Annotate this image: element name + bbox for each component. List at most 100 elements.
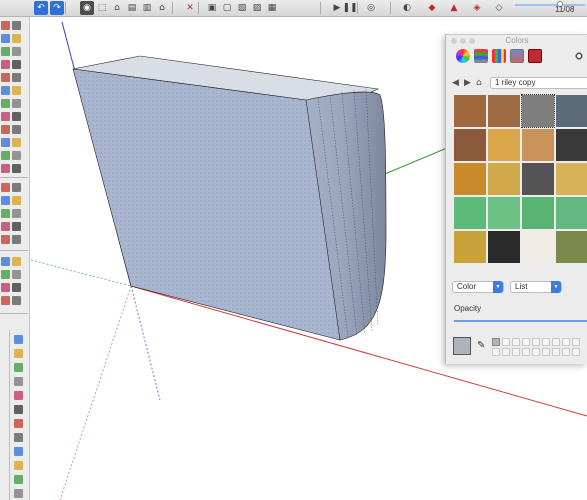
tool-icon[interactable] [12, 151, 21, 160]
material-swatch[interactable] [488, 129, 520, 161]
color-well[interactable] [572, 338, 580, 346]
color-well[interactable] [552, 338, 560, 346]
top-view-icon[interactable]: ⌂ [110, 1, 124, 15]
tool-icon[interactable] [12, 296, 21, 305]
shadows-icon[interactable]: ◐ [400, 1, 414, 15]
material-swatch[interactable] [556, 129, 587, 161]
tool-icon[interactable] [12, 235, 21, 244]
image-palettes-icon[interactable] [510, 49, 524, 63]
extension-sketchup-icon[interactable]: ◈ [470, 1, 484, 15]
tool-icon[interactable] [12, 164, 21, 173]
tool-icon[interactable] [1, 183, 10, 192]
material-swatch[interactable] [522, 231, 554, 263]
tool-icon[interactable] [14, 349, 23, 358]
tool-icon[interactable] [12, 209, 21, 218]
color-well[interactable] [492, 348, 500, 356]
tool-icon[interactable] [14, 475, 23, 484]
color-well[interactable] [522, 348, 530, 356]
extension-layers-icon[interactable]: ◇ [492, 1, 506, 15]
tool-icon[interactable] [14, 405, 23, 414]
tool-icon[interactable] [12, 73, 21, 82]
material-swatch[interactable] [454, 95, 486, 127]
material-swatch[interactable] [488, 231, 520, 263]
box-front-face[interactable] [72, 68, 341, 341]
color-well[interactable] [542, 338, 550, 346]
tool-icon[interactable] [14, 461, 23, 470]
color-well[interactable] [532, 348, 540, 356]
hidden-line-icon[interactable]: ▢ [220, 1, 234, 15]
material-swatch[interactable] [454, 129, 486, 161]
color-well[interactable] [562, 348, 570, 356]
forward-arrow-icon[interactable]: ▶ [464, 78, 471, 88]
color-well[interactable] [552, 348, 560, 356]
tool-icon[interactable] [1, 235, 10, 244]
current-color-swatch[interactable] [453, 337, 471, 355]
tool-icon[interactable] [1, 99, 10, 108]
pause-icon[interactable]: ❚❚ [342, 1, 357, 15]
tool-icon[interactable] [1, 34, 10, 43]
tool-icon[interactable] [1, 47, 10, 56]
colors-panel[interactable]: Colors ◀ ▶ ⌂ 1 riley copy Color ▾ List ▾… [445, 34, 587, 364]
undo-icon[interactable]: ↶ [34, 1, 48, 15]
scene-slider[interactable] [515, 4, 585, 6]
tool-icon[interactable] [1, 73, 10, 82]
model-viewport[interactable]: Colors ◀ ▶ ⌂ 1 riley copy Color ▾ List ▾… [31, 17, 587, 500]
redo-icon[interactable]: ↷ [50, 1, 64, 15]
tool-icon[interactable] [12, 99, 21, 108]
tool-icon[interactable] [1, 283, 10, 292]
color-mode-select[interactable]: Color ▾ [452, 281, 504, 293]
extension-ruby-icon[interactable]: ◆ [425, 1, 439, 15]
shaded-texture-icon[interactable]: ▨ [250, 1, 264, 15]
material-swatch[interactable] [522, 129, 554, 161]
extension-3d-warehouse-icon[interactable]: ▲ [447, 1, 461, 15]
material-swatch[interactable] [556, 95, 587, 127]
color-well[interactable] [492, 338, 500, 346]
tool-icon[interactable] [1, 257, 10, 266]
tool-icon[interactable] [1, 125, 10, 134]
tool-icon[interactable] [14, 377, 23, 386]
material-swatch[interactable] [488, 163, 520, 195]
tool-icon[interactable] [12, 60, 21, 69]
tool-icon[interactable] [1, 86, 10, 95]
material-options-icon[interactable] [572, 49, 586, 63]
tool-icon[interactable] [1, 164, 10, 173]
front-view-icon[interactable]: ▤ [125, 1, 139, 15]
color-well[interactable] [532, 338, 540, 346]
tool-icon[interactable] [1, 296, 10, 305]
tool-icon[interactable] [1, 209, 10, 218]
color-sliders-icon[interactable] [474, 49, 488, 63]
iso-view-icon[interactable]: ⬚ [95, 1, 109, 15]
tool-icon[interactable] [12, 34, 21, 43]
color-well[interactable] [502, 348, 510, 356]
tool-icon[interactable] [12, 270, 21, 279]
material-swatch[interactable] [488, 197, 520, 229]
eyedropper-icon[interactable]: ✎ [477, 340, 485, 351]
color-well[interactable] [522, 338, 530, 346]
material-swatch[interactable] [556, 231, 587, 263]
opacity-slider[interactable] [454, 320, 587, 322]
library-select[interactable]: 1 riley copy [490, 77, 587, 89]
tool-icon[interactable] [12, 112, 21, 121]
tool-icon[interactable] [12, 21, 21, 30]
tool-icon[interactable] [1, 138, 10, 147]
component-icon[interactable]: ◎ [364, 1, 378, 15]
material-swatch[interactable] [454, 197, 486, 229]
color-well[interactable] [512, 348, 520, 356]
tool-icon[interactable] [14, 335, 23, 344]
back-arrow-icon[interactable]: ◀ [452, 78, 459, 88]
material-swatch[interactable] [454, 231, 486, 263]
color-well[interactable] [572, 348, 580, 356]
home-icon[interactable]: ⌂ [476, 78, 482, 88]
material-swatch[interactable] [522, 197, 554, 229]
pencils-icon[interactable] [528, 49, 542, 63]
tool-icon[interactable] [12, 125, 21, 134]
monochrome-icon[interactable]: ▦ [265, 1, 279, 15]
tool-icon[interactable] [12, 222, 21, 231]
tool-icon[interactable] [12, 47, 21, 56]
tool-icon[interactable] [14, 363, 23, 372]
color-well[interactable] [562, 338, 570, 346]
wireframe-icon[interactable]: ▣ [205, 1, 219, 15]
tool-icon[interactable] [1, 151, 10, 160]
color-palettes-icon[interactable] [492, 49, 506, 63]
color-well[interactable] [502, 338, 510, 346]
